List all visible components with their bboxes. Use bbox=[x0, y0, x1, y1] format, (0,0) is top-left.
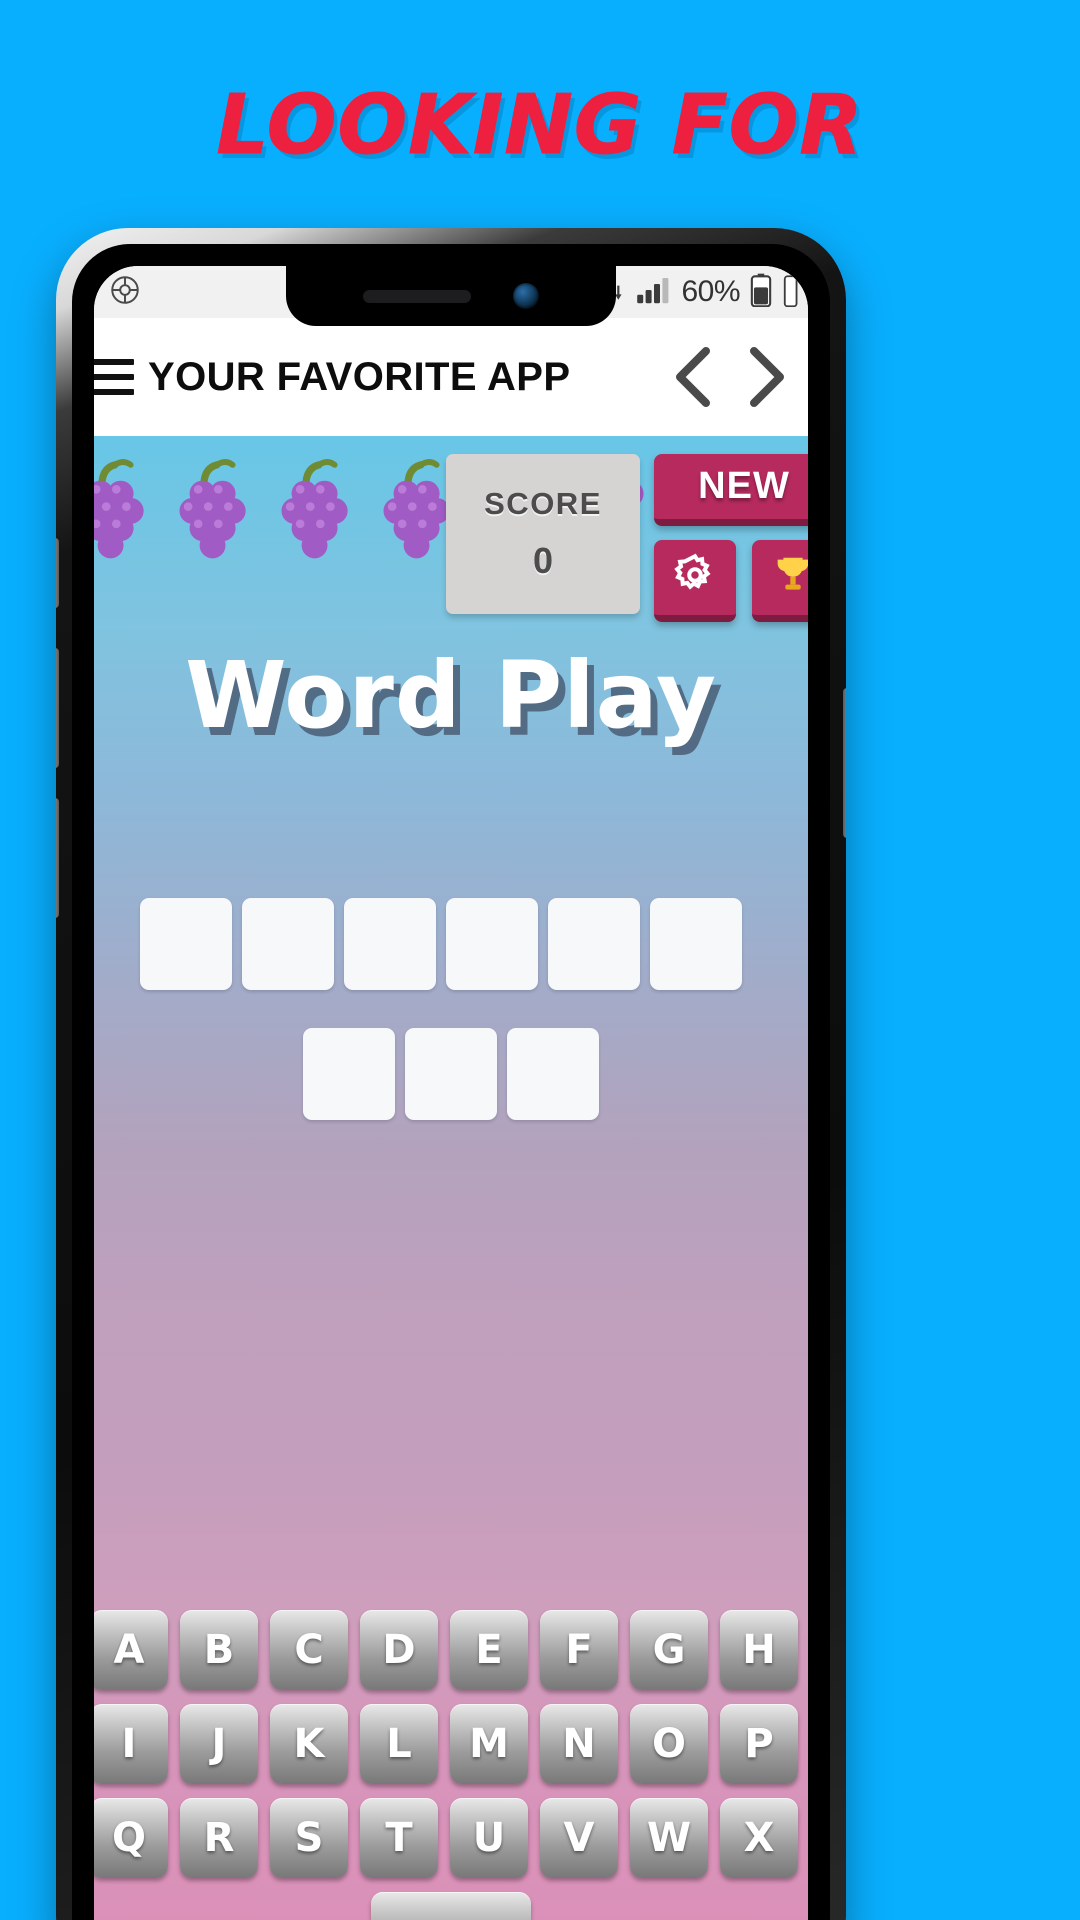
grapes-icon bbox=[94, 456, 158, 560]
key-m[interactable]: M bbox=[450, 1704, 528, 1784]
phone-power-button bbox=[843, 688, 846, 838]
keyboard-row-3: Q R S T U V W X bbox=[94, 1798, 808, 1878]
chevron-right-icon[interactable] bbox=[730, 343, 802, 411]
key-b[interactable]: B bbox=[180, 1610, 258, 1690]
status-bar: 60% bbox=[94, 266, 808, 326]
phone-mute-switch bbox=[56, 538, 59, 608]
score-value: 0 bbox=[532, 540, 554, 581]
key-q[interactable]: Q bbox=[94, 1798, 168, 1878]
key-e[interactable]: E bbox=[450, 1610, 528, 1690]
key-o[interactable]: O bbox=[630, 1704, 708, 1784]
answer-tile[interactable] bbox=[303, 1028, 395, 1120]
answer-tile[interactable] bbox=[507, 1028, 599, 1120]
answer-tiles-row-1 bbox=[94, 898, 798, 990]
status-bar-right: 60% bbox=[601, 266, 798, 318]
key-w[interactable]: W bbox=[630, 1798, 708, 1878]
answer-tile[interactable] bbox=[446, 898, 538, 990]
settings-button[interactable] bbox=[654, 540, 736, 622]
battery-icon bbox=[749, 273, 773, 312]
grapes-icon bbox=[270, 456, 362, 560]
key-r[interactable]: R bbox=[180, 1798, 258, 1878]
promo-headline: LOOKING FOR bbox=[216, 78, 864, 174]
key-d[interactable]: D bbox=[360, 1610, 438, 1690]
new-game-button[interactable]: NEW bbox=[654, 454, 808, 526]
key-n[interactable]: N bbox=[540, 1704, 618, 1784]
game-controls: NEW bbox=[654, 454, 808, 622]
keyboard-row-4 bbox=[94, 1892, 808, 1920]
trophy-icon bbox=[770, 552, 808, 603]
game-controls-row bbox=[654, 540, 808, 622]
key-c[interactable]: C bbox=[270, 1610, 348, 1690]
answer-tile[interactable] bbox=[405, 1028, 497, 1120]
battery-percentage: 60% bbox=[681, 275, 740, 308]
key-x[interactable]: X bbox=[720, 1798, 798, 1878]
answer-tile[interactable] bbox=[548, 898, 640, 990]
page-title: YOUR FAVORITE APP bbox=[148, 354, 571, 399]
app-circle-icon bbox=[108, 273, 142, 312]
game-canvas: SCORE 0 NEW Word Play A B C D E F G H I … bbox=[94, 436, 808, 1920]
key-t[interactable]: T bbox=[360, 1798, 438, 1878]
battery-icon-secondary bbox=[782, 273, 798, 312]
earpiece-speaker bbox=[363, 289, 471, 303]
key-l[interactable]: L bbox=[360, 1704, 438, 1784]
gear-icon bbox=[672, 552, 718, 603]
front-camera bbox=[513, 283, 539, 309]
letter-keyboard: A B C D E F G H I J K L M N O P Q R S T … bbox=[94, 1602, 808, 1920]
leaderboard-button[interactable] bbox=[752, 540, 808, 622]
phone-screen: 60% YOUR FAVORITE APP SCORE 0 NEW Word P… bbox=[94, 266, 808, 1920]
answer-tile[interactable] bbox=[140, 898, 232, 990]
key-h[interactable]: H bbox=[720, 1610, 798, 1690]
phone-volume-down bbox=[56, 798, 59, 918]
key-u[interactable]: U bbox=[450, 1798, 528, 1878]
phone-volume-up bbox=[56, 648, 59, 768]
hamburger-menu-icon[interactable] bbox=[94, 359, 134, 395]
key-j[interactable]: J bbox=[180, 1704, 258, 1784]
answer-tiles-row-2 bbox=[94, 1028, 808, 1120]
answer-tile[interactable] bbox=[242, 898, 334, 990]
key-s[interactable]: S bbox=[270, 1798, 348, 1878]
keyboard-row-2: I J K L M N O P bbox=[94, 1704, 808, 1784]
game-logo: Word Play bbox=[185, 642, 717, 749]
answer-tile[interactable] bbox=[344, 898, 436, 990]
key-p[interactable]: P bbox=[720, 1704, 798, 1784]
key-i[interactable]: I bbox=[94, 1704, 168, 1784]
answer-tile[interactable] bbox=[650, 898, 742, 990]
score-panel: SCORE 0 bbox=[446, 454, 640, 614]
key-f[interactable]: F bbox=[540, 1610, 618, 1690]
key-spacebar[interactable] bbox=[371, 1892, 531, 1920]
phone-mockup: 60% YOUR FAVORITE APP SCORE 0 NEW Word P… bbox=[56, 228, 846, 1920]
keyboard-row-1: A B C D E F G H bbox=[94, 1610, 808, 1690]
key-g[interactable]: G bbox=[630, 1610, 708, 1690]
phone-notch bbox=[286, 266, 616, 326]
grapes-icon bbox=[168, 456, 260, 560]
key-v[interactable]: V bbox=[540, 1798, 618, 1878]
chevron-left-icon[interactable] bbox=[658, 343, 730, 411]
score-label: SCORE bbox=[484, 486, 602, 521]
key-k[interactable]: K bbox=[270, 1704, 348, 1784]
signal-bars-icon bbox=[636, 275, 672, 310]
key-a[interactable]: A bbox=[94, 1610, 168, 1690]
app-bar: YOUR FAVORITE APP bbox=[94, 318, 808, 436]
status-bar-left bbox=[108, 273, 142, 312]
